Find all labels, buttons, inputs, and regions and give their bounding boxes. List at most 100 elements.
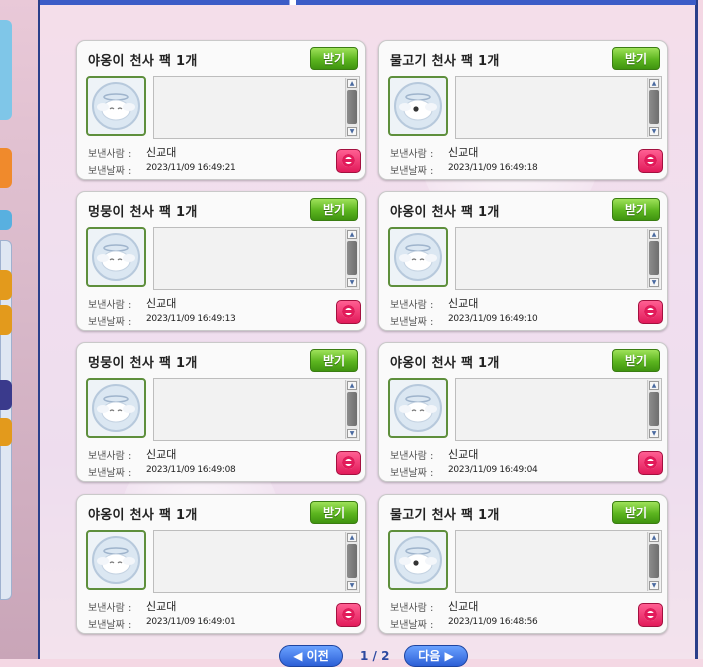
sender-value: 신교대 (146, 146, 177, 159)
scroll-down-icon[interactable]: ▼ (347, 278, 357, 287)
cat-angel-icon (388, 227, 448, 287)
scroll-thumb[interactable] (347, 544, 357, 578)
side-tab[interactable] (0, 20, 12, 120)
delete-button[interactable] (336, 603, 361, 627)
message-box: ▲ ▼ (153, 378, 360, 441)
scroll-down-icon[interactable]: ▼ (649, 581, 659, 590)
date-value: 2023/11/09 16:49:21 (146, 163, 236, 173)
sender-value: 신교대 (146, 600, 177, 613)
delete-button[interactable] (638, 149, 663, 173)
next-page-button[interactable]: 다음 ▶ (404, 645, 468, 667)
message-box: ▲ ▼ (153, 76, 360, 139)
sender-label: 보낸사람 : (390, 300, 434, 311)
dog-angel-icon (86, 227, 146, 287)
claim-button[interactable]: 받기 (310, 47, 358, 70)
fish-angel-icon (388, 76, 448, 136)
side-tab[interactable] (0, 418, 12, 446)
delete-button[interactable] (336, 451, 361, 475)
message-box: ▲ ▼ (153, 530, 360, 593)
page-indicator: 1 / 2 (360, 649, 390, 663)
date-label: 보낸날짜 : (88, 166, 132, 177)
message-scrollbar[interactable]: ▲ ▼ (345, 380, 358, 439)
message-scrollbar[interactable]: ▲ ▼ (345, 229, 358, 288)
scroll-thumb[interactable] (347, 392, 357, 426)
claim-button[interactable]: 받기 (612, 198, 660, 221)
claim-button[interactable]: 받기 (612, 47, 660, 70)
mail-card: 야옹이 천사 팩 1개 받기 ▲ ▼ 보낸사람 : 신교대 보낸날짜: 202… (378, 191, 668, 331)
message-scrollbar[interactable]: ▲ ▼ (345, 532, 358, 591)
scroll-down-icon[interactable]: ▼ (649, 127, 659, 136)
date-label: 보낸날짜 : (88, 468, 132, 479)
sender-label: 보낸사람 : (390, 451, 434, 462)
scroll-down-icon[interactable]: ▼ (347, 429, 357, 438)
date-value: 2023/11/09 16:49:08 (146, 465, 236, 475)
scroll-thumb[interactable] (347, 90, 357, 124)
sender-label: 보낸사람 : (88, 451, 132, 462)
mail-item-title: 야옹이 천사 팩 1개 (88, 54, 198, 69)
delete-icon (342, 305, 355, 318)
scroll-thumb[interactable] (347, 241, 357, 275)
claim-button[interactable]: 받기 (612, 349, 660, 372)
message-scrollbar[interactable]: ▲ ▼ (647, 380, 660, 439)
scroll-down-icon[interactable]: ▼ (649, 278, 659, 287)
delete-button[interactable] (336, 149, 361, 173)
window-tab-strip (40, 0, 696, 5)
scroll-up-icon[interactable]: ▲ (649, 230, 659, 239)
date-value: 2023/11/09 16:49:10 (448, 314, 538, 324)
scroll-thumb[interactable] (649, 90, 659, 124)
side-tab[interactable] (0, 380, 12, 410)
scroll-down-icon[interactable]: ▼ (649, 429, 659, 438)
scroll-up-icon[interactable]: ▲ (347, 533, 357, 542)
delete-icon (342, 608, 355, 621)
side-tab[interactable] (0, 148, 12, 188)
dog-angel-icon (86, 378, 146, 438)
date-label: 보낸날짜 : (390, 620, 434, 631)
sender-label: 보낸사람 : (88, 149, 132, 160)
cat-angel-icon (388, 378, 448, 438)
message-scrollbar[interactable]: ▲ ▼ (647, 532, 660, 591)
claim-button[interactable]: 받기 (310, 501, 358, 524)
prev-page-button[interactable]: ◀ 이전 (279, 645, 343, 667)
scroll-up-icon[interactable]: ▲ (649, 381, 659, 390)
message-scrollbar[interactable]: ▲ ▼ (647, 229, 660, 288)
date-label: 보낸날짜 : (88, 620, 132, 631)
side-tab[interactable] (0, 305, 12, 335)
mail-card: 야옹이 천사 팩 1개 받기 ▲ ▼ 보낸사람 : 신교대 보낸날짜: 202… (378, 342, 668, 482)
sender-value: 신교대 (448, 146, 479, 159)
message-scrollbar[interactable]: ▲ ▼ (647, 78, 660, 137)
claim-button[interactable]: 받기 (310, 198, 358, 221)
mail-item-title: 야옹이 천사 팩 1개 (390, 205, 500, 220)
scroll-thumb[interactable] (649, 241, 659, 275)
mail-card: 멍뭉이 천사 팩 1개 받기 ▲ ▼ 보낸사람 : 신교대 보낸날짜: 202… (76, 342, 366, 482)
scroll-up-icon[interactable]: ▲ (649, 79, 659, 88)
delete-button[interactable] (638, 300, 663, 324)
message-scrollbar[interactable]: ▲ ▼ (345, 78, 358, 137)
delete-icon (644, 608, 657, 621)
scroll-thumb[interactable] (649, 392, 659, 426)
delete-button[interactable] (336, 300, 361, 324)
delete-button[interactable] (638, 451, 663, 475)
message-box: ▲ ▼ (455, 530, 662, 593)
fish-angel-icon (388, 530, 448, 590)
claim-button[interactable]: 받기 (310, 349, 358, 372)
side-tab[interactable] (0, 270, 12, 300)
scroll-up-icon[interactable]: ▲ (347, 79, 357, 88)
delete-icon (644, 305, 657, 318)
scroll-up-icon[interactable]: ▲ (649, 533, 659, 542)
mail-item-title: 물고기 천사 팩 1개 (390, 508, 500, 523)
delete-icon (342, 154, 355, 167)
mail-item-title: 멍뭉이 천사 팩 1개 (88, 205, 198, 220)
scroll-up-icon[interactable]: ▲ (347, 381, 357, 390)
claim-button[interactable]: 받기 (612, 501, 660, 524)
scroll-up-icon[interactable]: ▲ (347, 230, 357, 239)
scroll-down-icon[interactable]: ▼ (347, 581, 357, 590)
sender-label: 보낸사람 : (88, 300, 132, 311)
scroll-thumb[interactable] (649, 544, 659, 578)
sender-label: 보낸사람 : (390, 149, 434, 160)
sender-value: 신교대 (146, 297, 177, 310)
date-label: 보낸날짜 : (390, 166, 434, 177)
scroll-down-icon[interactable]: ▼ (347, 127, 357, 136)
mail-item-title: 야옹이 천사 팩 1개 (390, 356, 500, 371)
side-tab[interactable] (0, 210, 12, 230)
delete-button[interactable] (638, 603, 663, 627)
